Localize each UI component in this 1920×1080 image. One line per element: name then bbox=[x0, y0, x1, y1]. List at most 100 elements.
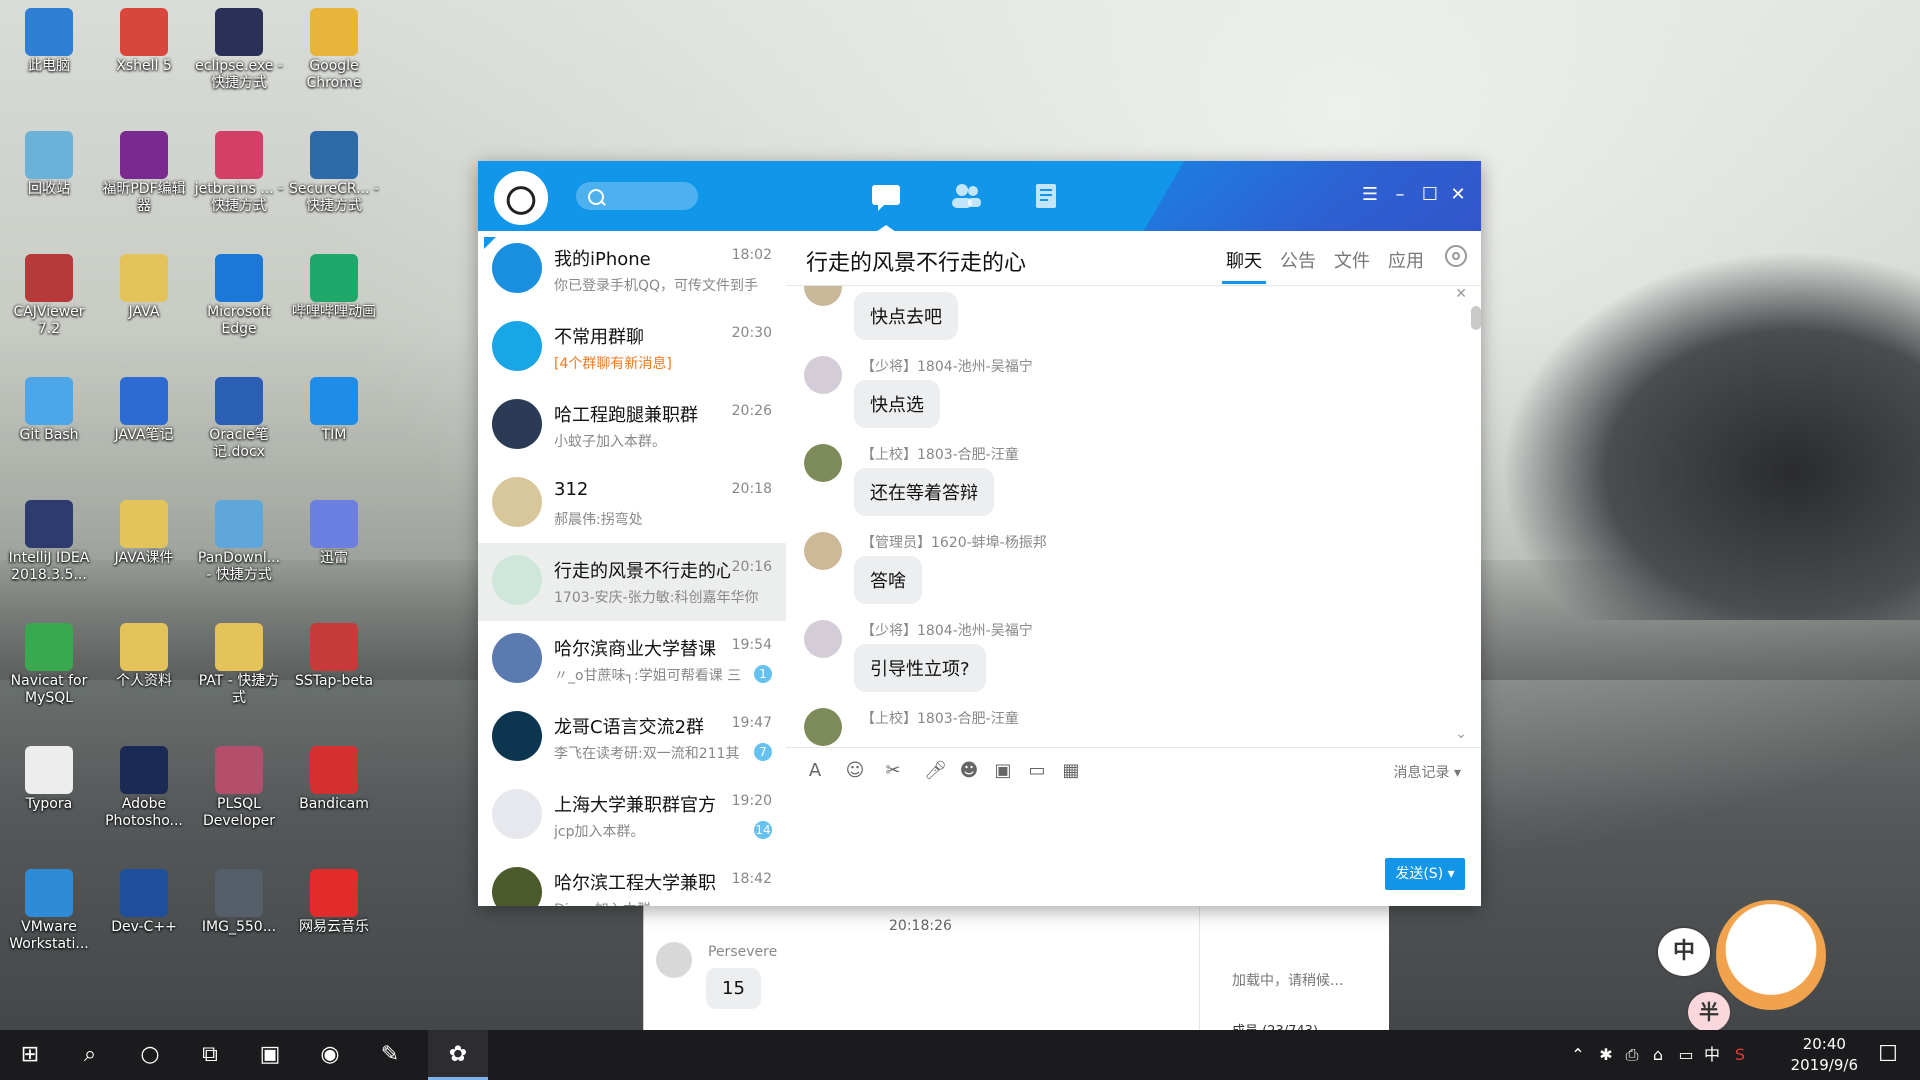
app-icon bbox=[25, 746, 73, 794]
desktop-icon[interactable]: 福昕PDF编辑器 bbox=[99, 127, 189, 215]
desktop-icon[interactable]: JAVA课件 bbox=[99, 496, 189, 567]
desktop-icon[interactable]: 回收站 bbox=[4, 127, 94, 198]
taskbar-paint-icon[interactable]: ✎ bbox=[360, 1030, 420, 1080]
start-windows-icon[interactable]: ⊞ bbox=[0, 1030, 60, 1080]
desktop-icon[interactable]: 此电脑 bbox=[4, 4, 94, 75]
chat-name: 龙哥C语言交流2群 bbox=[554, 717, 705, 738]
desktop-icon[interactable]: 迅雷 bbox=[289, 496, 379, 567]
emoji-icon[interactable]: ☺ bbox=[844, 760, 866, 782]
chat-list-item[interactable]: 哈尔滨工程大学兼职 18:42 Diana加入本群 bbox=[478, 855, 786, 906]
tray-tim-icon[interactable]: ✱ bbox=[1594, 1030, 1618, 1080]
taskbar-chrome-icon[interactable]: ◉ bbox=[300, 1030, 360, 1080]
search-icon[interactable]: ⌕ bbox=[60, 1030, 120, 1080]
desktop-icon[interactable]: Oracle笔记.docx bbox=[194, 373, 284, 461]
chat-list-item[interactable]: 哈工程跑腿兼职群 20:26 小蚊子加入本群。 bbox=[478, 387, 786, 465]
desktop-icon[interactable]: SSTap-beta bbox=[289, 619, 379, 690]
desktop-icon[interactable]: PanDownl... - 快捷方式 bbox=[194, 496, 284, 584]
my-avatar[interactable] bbox=[494, 171, 548, 225]
desktop-icon[interactable]: PAT - 快捷方式 bbox=[194, 619, 284, 707]
chat-time: 19:47 bbox=[731, 715, 772, 731]
desktop-icon[interactable]: Typora bbox=[4, 742, 94, 813]
desktop-icon[interactable]: SecureCR... - 快捷方式 bbox=[289, 127, 379, 215]
sender-avatar bbox=[656, 942, 692, 978]
tab-messages[interactable] bbox=[868, 179, 904, 213]
tab-app[interactable]: 应用 bbox=[1388, 247, 1424, 273]
taskbar-devcpp-icon[interactable]: ▣ bbox=[240, 1030, 300, 1080]
desktop-icon[interactable]: jetbrains ... - 快捷方式 bbox=[194, 127, 284, 215]
desktop-icon[interactable]: JAVA笔记 bbox=[99, 373, 189, 444]
chat-list-item[interactable]: 我的iPhone 18:02 你已登录手机QQ，可传文件到手 bbox=[478, 231, 786, 309]
chat-list-item[interactable]: 行走的风景不行走的心 20:16 1703-安庆-张力敏:科创嘉年华你 bbox=[478, 543, 786, 621]
more-tools-icon[interactable]: ▦ bbox=[1060, 760, 1082, 782]
desktop-icon[interactable]: 个人资料 bbox=[99, 619, 189, 690]
tab-contacts[interactable] bbox=[948, 179, 984, 213]
chat-name: 哈工程跑腿兼职群 bbox=[554, 405, 698, 426]
close-button[interactable]: ✕ bbox=[1446, 183, 1470, 207]
desktop-icon[interactable]: Git Bash bbox=[4, 373, 94, 444]
tray-printer-icon[interactable]: ⎙ bbox=[1620, 1030, 1644, 1080]
tray-network-icon[interactable]: ⌂ bbox=[1646, 1030, 1670, 1080]
chat-time: 19:54 bbox=[731, 637, 772, 653]
folder-icon[interactable]: ▭ bbox=[1026, 760, 1048, 782]
scrollbar-thumb[interactable] bbox=[1471, 306, 1481, 330]
clock[interactable]: 20:40 2019/9/6 bbox=[1791, 1034, 1858, 1076]
desktop-icon[interactable]: Bandicam bbox=[289, 742, 379, 813]
notification-center-icon[interactable]: ☐ bbox=[1858, 1030, 1918, 1080]
tray-sogou-icon[interactable]: S bbox=[1728, 1030, 1752, 1080]
tray-ime-label[interactable]: 中 bbox=[1700, 1030, 1724, 1080]
desktop-icon[interactable]: IMG_550... bbox=[194, 865, 284, 936]
tray-expand-icon[interactable]: ⌃ bbox=[1566, 1030, 1590, 1080]
sender-name: 【少将】1804-池州-吴福宁 bbox=[861, 623, 1033, 639]
desktop-icon[interactable]: Dev-C++ bbox=[99, 865, 189, 936]
send-button[interactable]: 发送(S) ▾ bbox=[1385, 858, 1465, 890]
chat-avatar bbox=[492, 867, 542, 906]
ime-halfwidth-badge[interactable]: 半 bbox=[1686, 990, 1732, 1034]
screenshot-scissors-icon[interactable]: ✂ bbox=[882, 760, 904, 782]
desktop-icon[interactable]: VMware Workstati... bbox=[4, 865, 94, 953]
message-history-button[interactable]: 消息记录 ▾ bbox=[1394, 762, 1461, 782]
message-area[interactable]: ✕ 快点去吧 【少将】1804-池州-吴福宁 快点选 【上校】1803-合肥-汪… bbox=[786, 286, 1481, 747]
tray-battery-icon[interactable]: ▭ bbox=[1674, 1030, 1698, 1080]
expand-icon[interactable]: ⌄ bbox=[1455, 726, 1467, 742]
desktop-icon[interactable]: CAJViewer 7.2 bbox=[4, 250, 94, 338]
font-icon[interactable]: A bbox=[804, 760, 826, 782]
desktop-icon[interactable]: 网易云音乐 bbox=[289, 865, 379, 936]
collapse-icon[interactable]: ✕ bbox=[1455, 286, 1467, 302]
menu-icon[interactable]: ☰ bbox=[1358, 183, 1382, 207]
ime-mascot[interactable]: 中 半 bbox=[1656, 890, 1866, 1034]
search-input[interactable] bbox=[576, 182, 698, 210]
taskbar-qq-group-icon[interactable]: ✿ bbox=[428, 1030, 488, 1080]
app-icon bbox=[120, 869, 168, 917]
chat-list-item[interactable]: 312 20:18 郝晨伟:拐弯处 bbox=[478, 465, 786, 543]
desktop-icon-label: Dev-C++ bbox=[111, 919, 177, 935]
desktop-icon[interactable]: Google Chrome bbox=[289, 4, 379, 92]
desktop-icon[interactable]: PLSQL Developer bbox=[194, 742, 284, 830]
desktop-icon[interactable]: IntelliJ IDEA 2018.3.5... bbox=[4, 496, 94, 584]
desktop-icon[interactable]: Navicat for MySQL bbox=[4, 619, 94, 707]
desktop-icon[interactable]: Adobe Photosho... bbox=[99, 742, 189, 830]
desktop-icon[interactable]: 哔哩哔哩动画 bbox=[289, 250, 379, 321]
desktop-icon[interactable]: Microsoft Edge bbox=[194, 250, 284, 338]
task-view-icon[interactable]: ⧉ bbox=[180, 1030, 240, 1080]
microphone-icon[interactable]: 🎤︎ bbox=[924, 760, 947, 782]
sticker-icon[interactable]: ☻ bbox=[958, 760, 980, 782]
tab-apps[interactable] bbox=[1028, 179, 1064, 213]
ime-mode-badge[interactable]: 中 bbox=[1656, 926, 1712, 978]
chat-list-item[interactable]: 哈尔滨商业大学替课 19:54 〃_o甘蔗味┐:学姐可帮看课 三 1 bbox=[478, 621, 786, 699]
tab-files[interactable]: 文件 bbox=[1334, 247, 1370, 273]
desktop-icon-label: SSTap-beta bbox=[294, 673, 374, 689]
cortana-icon[interactable]: ○ bbox=[120, 1030, 180, 1080]
desktop-icon[interactable]: TIM bbox=[289, 373, 379, 444]
image-icon[interactable]: ▣ bbox=[992, 760, 1014, 782]
chat-list-item[interactable]: 不常用群聊 20:30 [4个群聊有新消息] bbox=[478, 309, 786, 387]
tab-announcement[interactable]: 公告 bbox=[1280, 247, 1316, 273]
settings-gear-icon[interactable] bbox=[1445, 245, 1467, 267]
chat-list-item[interactable]: 上海大学兼职群官方 19:20 jcp加入本群。 14 bbox=[478, 777, 786, 855]
minimize-button[interactable]: – bbox=[1388, 183, 1412, 207]
desktop-icon[interactable]: Xshell 5 bbox=[99, 4, 189, 75]
tab-chat[interactable]: 聊天 bbox=[1222, 247, 1266, 284]
desktop-icon[interactable]: eclipse.exe - 快捷方式 bbox=[194, 4, 284, 92]
chat-list-item[interactable]: 龙哥C语言交流2群 19:47 李飞在读考研:双一流和211其 7 bbox=[478, 699, 786, 777]
desktop-icon[interactable]: JAVA bbox=[99, 250, 189, 321]
maximize-button[interactable]: ☐ bbox=[1418, 183, 1442, 207]
